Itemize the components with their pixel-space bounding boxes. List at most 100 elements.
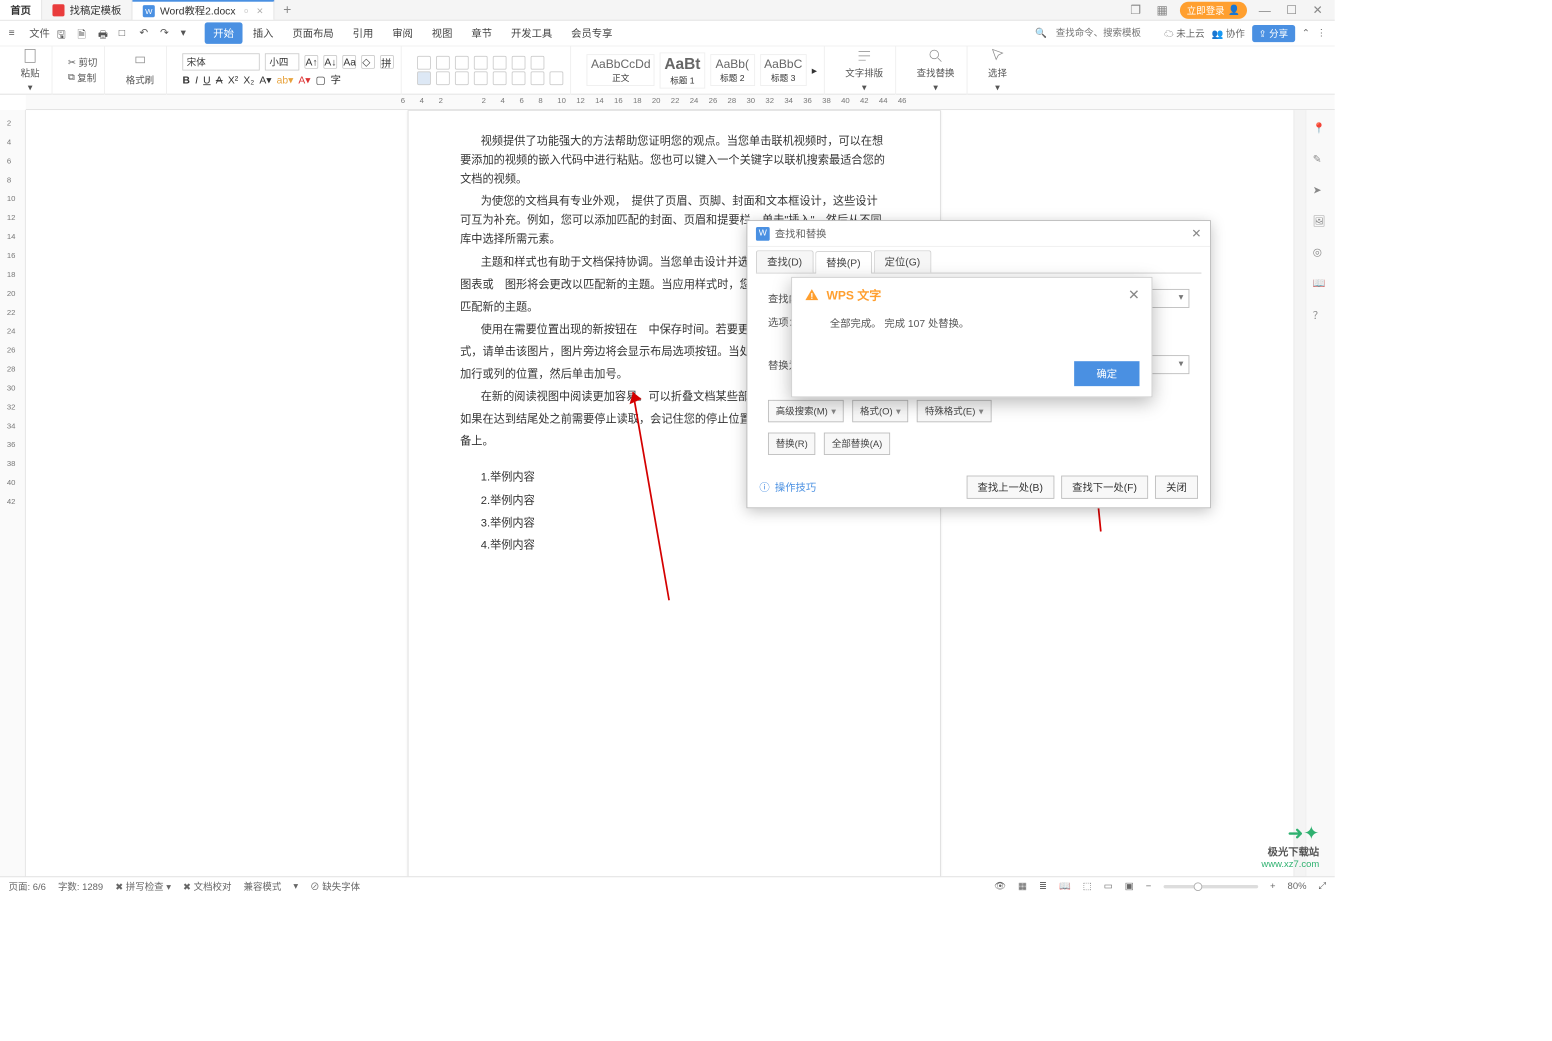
- horizontal-ruler[interactable]: 642 246810121416182022242628303234363840…: [26, 95, 1335, 110]
- preview-icon[interactable]: □: [119, 26, 133, 40]
- font-name-combo[interactable]: 宋体: [183, 53, 260, 70]
- borders-icon[interactable]: [550, 71, 564, 85]
- advanced-search-button[interactable]: 高级搜索(M)▾: [768, 400, 844, 422]
- compat-mode[interactable]: 兼容模式: [244, 879, 282, 893]
- change-case-icon[interactable]: Aa: [342, 55, 356, 69]
- style-normal[interactable]: AaBbCcDd正文: [587, 54, 655, 86]
- phonetic-icon[interactable]: 拼: [380, 55, 394, 69]
- share-button[interactable]: ⇪ 分享: [1252, 25, 1295, 42]
- print-preview-icon[interactable]: 🗎: [77, 26, 91, 40]
- highlight-button[interactable]: ab▾: [277, 74, 294, 86]
- view-outline-icon[interactable]: ≣: [1039, 881, 1047, 892]
- missing-fonts[interactable]: ⊘ 缺失字体: [310, 879, 360, 893]
- italic-button[interactable]: I: [195, 74, 198, 86]
- dialog-close-icon[interactable]: ✕: [1191, 226, 1201, 241]
- styles-more-icon[interactable]: ▸: [812, 64, 817, 76]
- undo-icon[interactable]: ↶: [139, 26, 153, 40]
- style-h1[interactable]: AaBt标题 1: [660, 52, 705, 88]
- more-icon[interactable]: ⋮: [1317, 28, 1326, 39]
- collab-button[interactable]: 👥 协作: [1212, 26, 1245, 40]
- save-icon[interactable]: 🖫: [57, 26, 71, 40]
- view-print-icon[interactable]: ▭: [1104, 881, 1113, 892]
- align-left-icon[interactable]: [417, 71, 431, 85]
- replace-button[interactable]: 替换(R): [768, 433, 816, 455]
- hamburger-icon[interactable]: ≡: [9, 26, 23, 40]
- bold-button[interactable]: B: [183, 74, 190, 86]
- zoom-in-button[interactable]: +: [1270, 881, 1276, 891]
- tab-page-layout[interactable]: 页面布局: [284, 22, 342, 44]
- char-border-icon[interactable]: ▢: [316, 74, 326, 86]
- fit-icon[interactable]: ▣: [1125, 881, 1134, 892]
- dropdown-icon[interactable]: ▾: [181, 26, 195, 40]
- shrink-font-icon[interactable]: A↓: [324, 55, 338, 69]
- align-center-icon[interactable]: [436, 71, 450, 85]
- grid-icon[interactable]: ▦: [1153, 3, 1171, 18]
- numbering-icon[interactable]: [436, 55, 450, 69]
- sort-icon[interactable]: [493, 55, 507, 69]
- tab-document[interactable]: WWord教程2.docx▫×: [132, 0, 274, 20]
- close-button[interactable]: 关闭: [1155, 476, 1198, 499]
- grow-font-icon[interactable]: A↑: [305, 55, 319, 69]
- tab-menu-icon[interactable]: ▫: [244, 4, 248, 17]
- tab-insert[interactable]: 插入: [244, 22, 282, 44]
- maximize-button[interactable]: ☐: [1283, 3, 1301, 18]
- new-tab-button[interactable]: +: [274, 0, 300, 20]
- bullets-icon[interactable]: [417, 55, 431, 69]
- command-search-input[interactable]: [1054, 27, 1157, 39]
- tab-find[interactable]: 查找(D): [756, 250, 813, 272]
- pen-icon[interactable]: ✎: [1313, 153, 1328, 168]
- eye-icon[interactable]: 👁: [994, 881, 1006, 892]
- msgbox-close-icon[interactable]: ✕: [1128, 286, 1140, 303]
- increase-indent-icon[interactable]: [474, 55, 488, 69]
- superscript-button[interactable]: X²: [228, 74, 238, 86]
- show-marks-icon[interactable]: [512, 55, 526, 69]
- image-icon[interactable]: 🖼: [1313, 215, 1328, 230]
- format-button[interactable]: 格式(O)▾: [852, 400, 908, 422]
- word-count[interactable]: 字数: 1289: [58, 879, 103, 893]
- distribute-icon[interactable]: [493, 71, 507, 85]
- tab-start[interactable]: 开始: [205, 22, 243, 44]
- window-close-button[interactable]: ✕: [1309, 3, 1326, 18]
- tips-link[interactable]: ⓘ操作技巧: [759, 480, 816, 495]
- tab-replace[interactable]: 替换(P): [815, 251, 872, 273]
- expand-icon[interactable]: ⤢: [1319, 881, 1327, 892]
- clear-format-icon[interactable]: ◇: [361, 55, 375, 69]
- tab-view[interactable]: 视图: [423, 22, 461, 44]
- replace-all-button[interactable]: 全部替换(A): [824, 433, 890, 455]
- char-shading-icon[interactable]: 字: [331, 72, 341, 87]
- shading-icon[interactable]: [531, 71, 545, 85]
- align-right-icon[interactable]: [455, 71, 469, 85]
- cut-button[interactable]: ✂ 剪切: [68, 55, 97, 69]
- tab-templates[interactable]: 找稿定模板: [42, 0, 132, 20]
- line-spacing-icon[interactable]: [512, 71, 526, 85]
- cloud-icon[interactable]: ☁ 未上云: [1164, 26, 1204, 40]
- text-layout-button[interactable]: 文字排版▾: [840, 47, 888, 93]
- tab-reference[interactable]: 引用: [344, 22, 382, 44]
- underline-button[interactable]: U: [203, 74, 210, 86]
- tab-review[interactable]: 审阅: [384, 22, 422, 44]
- view-read-icon[interactable]: 📖: [1059, 881, 1071, 892]
- spellcheck-toggle[interactable]: ✖ 拼写检查 ▾: [115, 879, 171, 893]
- tabs-icon[interactable]: [531, 55, 545, 69]
- zoom-out-button[interactable]: −: [1146, 881, 1152, 891]
- view-page-icon[interactable]: ▦: [1018, 881, 1027, 892]
- font-color-button[interactable]: A▾: [298, 74, 310, 86]
- align-justify-icon[interactable]: [474, 71, 488, 85]
- layout-icon[interactable]: ❐: [1127, 3, 1145, 18]
- vertical-ruler[interactable]: 24681012141618202224262830323436384042: [0, 110, 26, 876]
- read-icon[interactable]: 📖: [1313, 277, 1328, 292]
- style-h3[interactable]: AaBbC标题 3: [760, 54, 807, 86]
- target-icon[interactable]: ◎: [1313, 246, 1328, 261]
- vertical-scrollbar[interactable]: [1293, 110, 1305, 876]
- page-indicator[interactable]: 页面: 6/6: [9, 879, 46, 893]
- zoom-slider[interactable]: [1163, 885, 1258, 888]
- view-web-icon[interactable]: ⬚: [1083, 881, 1092, 892]
- subscript-button[interactable]: X₂: [243, 74, 254, 86]
- format-painter-button[interactable]: 格式刷: [121, 54, 160, 87]
- find-prev-button[interactable]: 查找上一处(B): [966, 476, 1054, 499]
- find-next-button[interactable]: 查找下一处(F): [1061, 476, 1148, 499]
- strike-button[interactable]: A: [216, 74, 223, 86]
- tab-chapter[interactable]: 章节: [463, 22, 501, 44]
- copy-button[interactable]: ⧉ 复制: [68, 71, 97, 85]
- special-format-button[interactable]: 特殊格式(E)▾: [917, 400, 991, 422]
